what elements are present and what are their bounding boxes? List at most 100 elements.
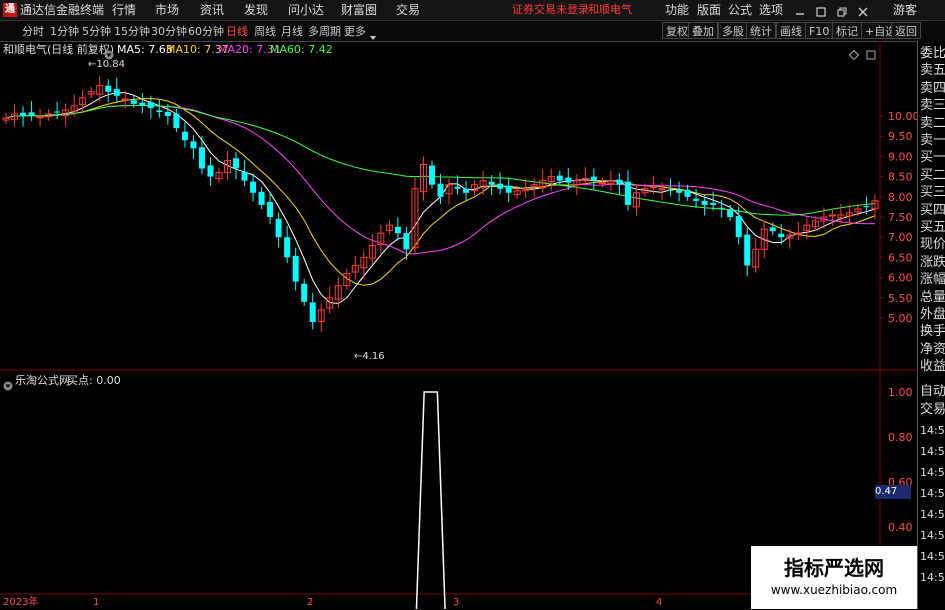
candle-body-6 bbox=[54, 111, 61, 113]
y-tick-label-5: 7.50 bbox=[888, 211, 913, 224]
kline-chart[interactable]: 10.00 9.50 9.00 8.50 8.00 7.50 7.00 6.50 6.00 5.5… bbox=[0, 41, 917, 609]
high-marker: ←10.84 bbox=[88, 58, 125, 72]
tab-60min[interactable]: 60分钟 bbox=[188, 24, 224, 39]
title-bar: 通 通达信金融终端 行情 市场 资讯 发现 问小达 财富圈 交易 证券交易未登录… bbox=[0, 0, 945, 21]
candle-body-76 bbox=[649, 186, 657, 189]
candle-body-58 bbox=[497, 183, 504, 189]
multi-stock-button[interactable]: 多股 bbox=[718, 22, 748, 39]
tab-weekly[interactable]: 周线 bbox=[254, 24, 276, 39]
candle-body-18 bbox=[156, 110, 163, 112]
y-tick-label-9: 5.50 bbox=[888, 292, 913, 305]
options-button[interactable]: 选项 bbox=[759, 2, 783, 18]
watermark-text: 指标严选网 bbox=[784, 556, 884, 580]
tab-monthly[interactable]: 月线 bbox=[281, 24, 303, 39]
back-button[interactable]: 返回 bbox=[891, 22, 921, 39]
candle-body-77 bbox=[658, 188, 666, 191]
menu-ask[interactable]: 问小达 bbox=[288, 2, 324, 18]
side-time-4: 14:56 bbox=[920, 508, 945, 521]
restore-icon[interactable] bbox=[836, 3, 848, 17]
indicator-name[interactable]: 乐淘公式网 bbox=[15, 374, 70, 388]
candle-body-15 bbox=[130, 100, 137, 104]
candle-body-83 bbox=[710, 202, 717, 205]
x-axis-year: 2023年 bbox=[3, 597, 39, 608]
settings-diamond-icon[interactable] bbox=[848, 45, 860, 61]
candle-body-20 bbox=[173, 113, 180, 129]
candle-body-86 bbox=[735, 216, 742, 238]
candle-body-23 bbox=[198, 147, 205, 169]
candle-body-84 bbox=[718, 207, 725, 209]
candle-body-53 bbox=[454, 186, 461, 189]
x-axis-month-4: 4 bbox=[656, 597, 663, 608]
candle-body-36 bbox=[309, 302, 316, 323]
candle-body-28 bbox=[241, 171, 248, 181]
tab-30min[interactable]: 30分钟 bbox=[151, 24, 187, 39]
tab-more[interactable]: 更多 bbox=[344, 24, 366, 39]
function-button[interactable]: 功能 bbox=[665, 2, 689, 18]
candle-body-4 bbox=[36, 116, 44, 119]
menu-trade[interactable]: 交易 bbox=[396, 2, 420, 18]
candle-body-97 bbox=[828, 214, 836, 217]
candle-body-72 bbox=[616, 179, 623, 185]
minimize-icon[interactable] bbox=[794, 3, 806, 15]
menu-wealth[interactable]: 财富圈 bbox=[341, 2, 377, 18]
candle-body-17 bbox=[147, 102, 154, 108]
candle-body-57 bbox=[488, 181, 495, 185]
formula-button[interactable]: 公式 bbox=[728, 2, 752, 18]
y-tick-label-1: 9.50 bbox=[888, 130, 913, 143]
dropdown-circle-icon[interactable] bbox=[104, 45, 114, 60]
candle-body-65 bbox=[556, 175, 563, 181]
overlay-button[interactable]: 叠加 bbox=[688, 22, 718, 39]
side-label-2-1: 交易 bbox=[920, 402, 945, 417]
close-icon[interactable] bbox=[857, 3, 869, 17]
y-axis-ticks: 10.00 9.50 9.00 8.50 8.00 7.50 7.00 6.50 6.00 5.5… bbox=[880, 110, 917, 579]
side-time-5: 14:56 bbox=[920, 529, 945, 542]
candle-body-90 bbox=[769, 227, 776, 232]
candle-body-35 bbox=[301, 283, 308, 302]
candle-body-34 bbox=[292, 255, 299, 282]
tab-5min[interactable]: 5分钟 bbox=[82, 24, 111, 39]
maximize-icon[interactable] bbox=[815, 3, 827, 17]
indicator-dropdown-icon[interactable] bbox=[3, 376, 13, 391]
side-time-0: 14:56 bbox=[920, 424, 945, 437]
candle-body-80 bbox=[684, 189, 691, 197]
x-axis-month-3: 3 bbox=[453, 597, 460, 608]
menu-market[interactable]: 市场 bbox=[155, 2, 179, 18]
y-tick-label-8: 6.00 bbox=[888, 272, 913, 285]
candle-body-87 bbox=[744, 234, 751, 266]
x-axis-month-1: 1 bbox=[93, 597, 100, 608]
candle-body-21 bbox=[181, 131, 188, 141]
candle-body-46 bbox=[394, 226, 401, 234]
expand-icon[interactable] bbox=[866, 45, 876, 60]
candle-body-14 bbox=[121, 98, 129, 101]
buy-signal-line bbox=[415, 391, 446, 609]
candles bbox=[2, 76, 879, 332]
candle-body-54 bbox=[463, 188, 470, 193]
tab-multi-period[interactable]: 多周期 bbox=[308, 24, 341, 39]
menu-news[interactable]: 资讯 bbox=[200, 2, 224, 18]
tab-daily[interactable]: 日线 bbox=[226, 24, 248, 39]
menu-discover[interactable]: 发现 bbox=[244, 2, 268, 18]
stats-button[interactable]: 统计 bbox=[746, 22, 776, 39]
draw-line-button[interactable]: 画线 bbox=[776, 22, 806, 39]
watermark-url: www.xuezhibiao.com bbox=[770, 583, 898, 597]
tab-1min[interactable]: 1分钟 bbox=[50, 24, 79, 39]
candle-body-22 bbox=[190, 141, 197, 149]
candle-body-3 bbox=[28, 112, 35, 116]
mark-button[interactable]: 标记 bbox=[832, 22, 862, 39]
candle-body-91 bbox=[778, 233, 785, 238]
tab-timeshare[interactable]: 分时 bbox=[22, 24, 44, 39]
more-chevron-icon[interactable] bbox=[369, 27, 377, 40]
candle-body-27 bbox=[233, 158, 240, 169]
f10-button[interactable]: F10 bbox=[805, 22, 834, 39]
candle-body-85 bbox=[727, 209, 734, 217]
stock-name: 和顺电气 bbox=[588, 3, 632, 16]
y-tick-label-0: 10.00 bbox=[888, 110, 917, 123]
tab-15min[interactable]: 15分钟 bbox=[114, 24, 150, 39]
candle-body-73 bbox=[624, 181, 631, 205]
login-status[interactable]: 证券交易未登录 bbox=[512, 2, 589, 18]
guest-label[interactable]: 游客 bbox=[893, 2, 917, 18]
menu-quotes[interactable]: 行情 bbox=[112, 2, 136, 18]
side-time-3: 14:56 bbox=[920, 487, 945, 500]
layout-button[interactable]: 版面 bbox=[697, 2, 721, 18]
ma5-label: MA5: 7.63 bbox=[117, 43, 173, 56]
